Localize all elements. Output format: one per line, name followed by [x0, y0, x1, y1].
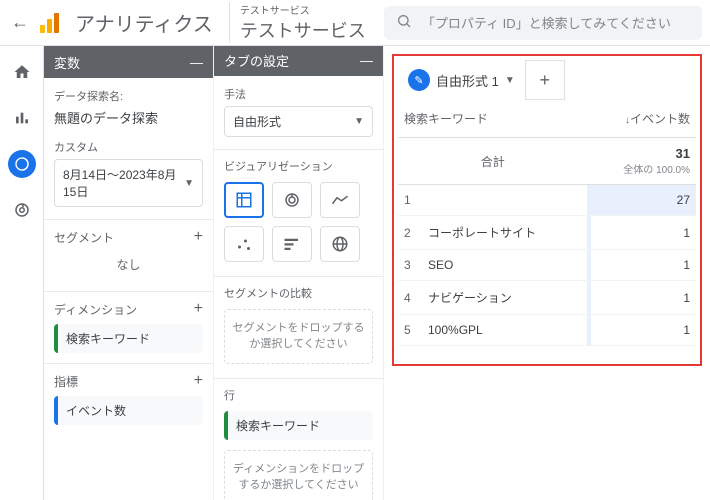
- table-row[interactable]: 3SEO1: [398, 250, 696, 281]
- technique-selector[interactable]: 自由形式 ▼: [224, 106, 373, 137]
- row-value: 1: [587, 315, 696, 346]
- segment-compare-label: セグメントの比較: [224, 285, 373, 301]
- col-keyword-header[interactable]: 検索キーワード: [398, 100, 587, 138]
- col-events-header[interactable]: ↓イベント数: [587, 100, 696, 138]
- tab-name: 自由形式 1: [436, 71, 499, 90]
- collapse-icon[interactable]: —: [360, 53, 373, 68]
- search-placeholder: 「プロパティ ID」と検索してみてください: [422, 13, 671, 32]
- dimensions-label: ディメンション: [54, 301, 137, 318]
- dimension-chip[interactable]: 検索キーワード: [54, 324, 203, 353]
- row-keyword: SEO: [422, 250, 587, 281]
- chevron-down-icon: ▼: [354, 116, 364, 127]
- row-keyword: 100%GPL: [422, 315, 587, 346]
- row-value: 1: [587, 216, 696, 250]
- tab-settings-panel-header: タブの設定 —: [214, 46, 383, 76]
- segment-dropzone[interactable]: セグメントをドロップするか選択してください: [224, 309, 373, 364]
- back-button[interactable]: ←: [8, 12, 32, 33]
- explore-name-value[interactable]: 無題のデータ探索: [54, 108, 203, 127]
- nav-reports[interactable]: [8, 104, 36, 132]
- nav-advertising[interactable]: [8, 196, 36, 224]
- property-main: テストサービス: [240, 17, 366, 43]
- date-range-selector[interactable]: 8月14日～2023年8月15日 ▼: [54, 159, 203, 207]
- analytics-logo: [40, 13, 59, 33]
- row-index: 2: [398, 216, 422, 250]
- date-range-value: 8月14日～2023年8月15日: [63, 166, 184, 200]
- metric-chip[interactable]: イベント数: [54, 396, 203, 425]
- custom-label: カスタム: [54, 139, 203, 155]
- total-value: 31: [593, 146, 690, 161]
- total-cell: 31 全体の 100.0%: [587, 138, 696, 185]
- viz-line-button[interactable]: [320, 182, 360, 218]
- row-value: 1: [587, 250, 696, 281]
- technique-label: 手法: [224, 86, 373, 102]
- report-tab[interactable]: ✎ 自由形式 1 ▼: [398, 60, 525, 100]
- tab-settings-title: タブの設定: [224, 51, 289, 70]
- table-row[interactable]: 1 27: [398, 185, 696, 216]
- row-index: 5: [398, 315, 422, 346]
- rows-chip[interactable]: 検索キーワード: [224, 411, 373, 440]
- add-tab-button[interactable]: +: [525, 60, 565, 100]
- row-value: 27: [587, 185, 696, 216]
- row-index: 3: [398, 250, 422, 281]
- row-keyword: [422, 185, 587, 216]
- variables-title: 変数: [54, 53, 80, 72]
- row-keyword: ナビゲーション: [422, 281, 587, 315]
- rows-label: 行: [224, 387, 373, 403]
- add-metric-button[interactable]: +: [194, 372, 203, 390]
- total-subtext: 全体の 100.0%: [593, 161, 690, 176]
- chevron-down-icon: ▼: [184, 178, 194, 189]
- viz-label: ビジュアリゼーション: [224, 158, 373, 174]
- add-dimension-button[interactable]: +: [194, 300, 203, 318]
- segments-none: なし: [54, 252, 203, 283]
- brand-name: アナリティクス: [75, 8, 213, 37]
- viz-scatter-button[interactable]: [224, 226, 264, 262]
- total-label: 合計: [398, 138, 587, 185]
- pencil-icon: ✎: [408, 69, 430, 91]
- add-segment-button[interactable]: +: [194, 228, 203, 246]
- collapse-icon[interactable]: —: [190, 55, 203, 70]
- property-sub: テストサービス: [240, 2, 366, 17]
- search-input[interactable]: 「プロパティ ID」と検索してみてください: [384, 6, 702, 40]
- table-row[interactable]: 4ナビゲーション1: [398, 281, 696, 315]
- viz-table-button[interactable]: [224, 182, 264, 218]
- row-index: 4: [398, 281, 422, 315]
- row-keyword: コーポレートサイト: [422, 216, 587, 250]
- chevron-down-icon[interactable]: ▼: [505, 75, 515, 86]
- table-row[interactable]: 2コーポレートサイト1: [398, 216, 696, 250]
- nav-home[interactable]: [8, 58, 36, 86]
- dimension-dropzone[interactable]: ディメンションをドロップするか選択してください: [224, 450, 373, 500]
- search-icon: [396, 13, 412, 32]
- technique-value: 自由形式: [233, 113, 281, 130]
- table-row[interactable]: 5100%GPL1: [398, 315, 696, 346]
- metrics-label: 指標: [54, 373, 78, 390]
- nav-explore[interactable]: [8, 150, 36, 178]
- explore-name-label: データ探索名:: [54, 88, 203, 104]
- row-value: 1: [587, 281, 696, 315]
- viz-bar-button[interactable]: [272, 226, 312, 262]
- segments-label: セグメント: [54, 229, 114, 246]
- viz-geo-button[interactable]: [320, 226, 360, 262]
- variables-panel-header: 変数 —: [44, 46, 213, 78]
- property-selector[interactable]: テストサービス テストサービス: [229, 2, 366, 43]
- viz-donut-button[interactable]: [272, 182, 312, 218]
- row-index: 1: [398, 185, 422, 216]
